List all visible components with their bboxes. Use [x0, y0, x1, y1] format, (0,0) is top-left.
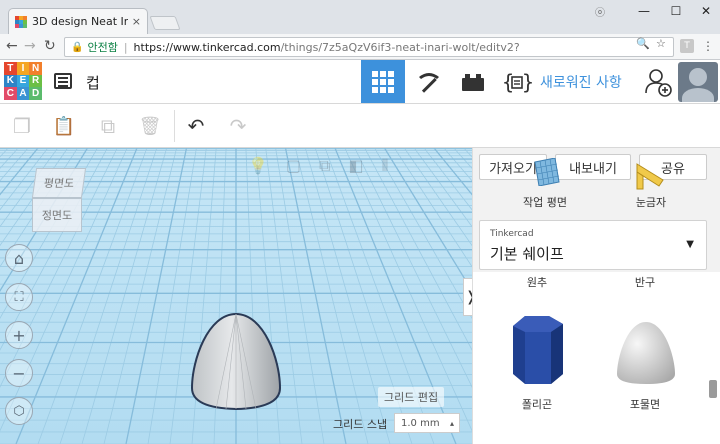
shape-label-hemisphere[interactable]: 반구: [605, 274, 685, 290]
brick-icon: [462, 73, 484, 91]
view-cube-top[interactable]: 평면도: [31, 168, 87, 198]
paraboloid-shape-thumbnail[interactable]: [613, 318, 679, 388]
pickaxe-icon: [419, 72, 439, 93]
document-title[interactable]: 컵: [86, 72, 100, 93]
reload-button[interactable]: ↻: [44, 38, 56, 54]
3d-viewport[interactable]: 💡 ▢ ⧉ ◧ ⫴ 평면도 정면도 ⌂ ⛶ + − ⬡ 그리드 편집 그리드 스냅 1.…: [0, 148, 472, 444]
shape-tools-ghost: 💡 ▢ ⧉ ◧ ⫴: [248, 156, 448, 178]
panel-scrollbar[interactable]: [709, 380, 717, 398]
paraboloid-shape[interactable]: [188, 310, 284, 412]
view-cube-front[interactable]: 정면도: [32, 198, 82, 232]
toolbar-divider: [174, 110, 175, 142]
dropdown-caret-icon: ▼: [686, 239, 694, 250]
group-icon: ▢: [285, 156, 302, 175]
logo-letter: D: [29, 87, 42, 100]
address-bar: ← → ↻ 🔒 안전함 | https://www.tinkercad.com …: [0, 34, 720, 60]
lock-icon: 🔒: [71, 41, 84, 53]
polygon-shape-thumbnail[interactable]: [505, 312, 569, 388]
minecraft-view-button[interactable]: [407, 60, 451, 103]
whats-new-link[interactable]: 새로워진 사항: [540, 72, 622, 92]
extension-icon[interactable]: T: [680, 39, 694, 53]
secure-label: 안전함: [87, 41, 118, 54]
mirror-icon: ◧: [348, 156, 364, 175]
bricks-view-button[interactable]: [451, 60, 495, 103]
library-provider: Tinkercad: [490, 229, 534, 239]
shape-label-cone[interactable]: 원추: [497, 274, 577, 290]
zoom-in-button[interactable]: +: [5, 321, 33, 349]
code-braces-icon: { }: [502, 70, 532, 94]
undo-icon[interactable]: ↶: [184, 114, 208, 138]
url-field[interactable]: 🔒 안전함 | https://www.tinkercad.com /thing…: [64, 37, 674, 57]
zoom-icon[interactable]: 🔍: [636, 37, 650, 50]
logo-letter: N: [29, 62, 42, 75]
logo-letter: R: [29, 74, 42, 88]
workplane-tool-label[interactable]: 작업 평면: [513, 194, 577, 210]
copy-icon[interactable]: ❐: [10, 114, 34, 138]
shape-library-select[interactable]: Tinkercad 기본 쉐이프 ▼: [479, 220, 707, 270]
grid-icon: [372, 70, 394, 93]
export-button[interactable]: 내보내기: [555, 154, 631, 180]
perspective-toggle-button[interactable]: ⬡: [5, 397, 33, 425]
bookmark-star-icon[interactable]: ☆: [656, 37, 666, 50]
tab-close-icon[interactable]: ×: [132, 15, 141, 28]
ruler-tool-label[interactable]: 눈금자: [625, 194, 677, 210]
close-window-button[interactable]: ✕: [686, 0, 720, 22]
library-value: 기본 쉐이프: [490, 245, 564, 263]
tinkercad-favicon-icon: [15, 15, 27, 28]
new-tab-button[interactable]: [149, 16, 181, 30]
chevron-up-icon: ▴: [449, 418, 454, 428]
logo-letter: E: [16, 74, 30, 88]
snap-grid-value: 1.0 mm: [401, 417, 440, 429]
browser-menu-icon[interactable]: ⋮: [702, 39, 714, 53]
3d-view-button[interactable]: [361, 60, 405, 103]
codeblocks-button[interactable]: { }: [495, 60, 539, 103]
hint-icon: 💡: [248, 156, 268, 175]
user-avatar[interactable]: [678, 62, 718, 102]
profile-icon[interactable]: ⓞ: [580, 0, 620, 22]
edit-grid-button[interactable]: 그리드 편집: [378, 387, 445, 407]
add-user-button[interactable]: [636, 60, 680, 103]
ruler-icon[interactable]: [635, 162, 665, 190]
shape-label-paraboloid[interactable]: 포물면: [605, 396, 685, 412]
add-user-icon: [645, 68, 672, 97]
zoom-out-button[interactable]: −: [5, 359, 33, 387]
logo-letter: C: [4, 87, 17, 100]
browser-tab-bar: 3D design Neat Inari-Wo × ⓞ — ☐ ✕: [0, 0, 720, 34]
ungroup-icon: ⫴: [381, 156, 389, 175]
workplane-icon[interactable]: [531, 158, 561, 186]
right-panel: 가져오기 내보내기 공유 작업 평면 눈금자 Tinkercad 기본 쉐이프 …: [472, 148, 720, 444]
edit-toolbar: ❐ 📋 ⧉ 🗑 ↶ ↷: [0, 104, 720, 148]
snap-grid-select[interactable]: 1.0 mm ▴: [394, 413, 460, 433]
back-button[interactable]: ←: [6, 38, 18, 54]
fit-view-button[interactable]: ⛶: [5, 283, 33, 311]
logo-letter: I: [16, 62, 30, 75]
home-view-button[interactable]: ⌂: [5, 244, 33, 272]
snap-grid-label: 그리드 스냅: [333, 418, 388, 431]
forward-button[interactable]: →: [24, 38, 36, 54]
redo-icon[interactable]: ↷: [226, 114, 250, 138]
tab-title: 3D design Neat Inari-Wo: [32, 15, 128, 28]
design-list-icon[interactable]: [54, 73, 72, 89]
tinkercad-logo[interactable]: TINKERCAD: [4, 62, 42, 100]
align-icon: ⧉: [319, 156, 331, 175]
logo-letter: T: [4, 62, 17, 75]
url-separator: |: [123, 40, 128, 54]
browser-tab[interactable]: 3D design Neat Inari-Wo ×: [8, 8, 148, 34]
view-cube[interactable]: 평면도 정면도: [26, 168, 88, 236]
url-host: https://www.tinkercad.com: [133, 40, 281, 54]
svg-text:}: }: [522, 70, 532, 94]
shape-grid: 원추 반구 폴리곤 포물면: [473, 272, 720, 444]
shape-label-polygon[interactable]: 폴리곤: [497, 396, 577, 412]
paste-icon[interactable]: 📋: [52, 114, 76, 138]
logo-letter: K: [4, 74, 17, 88]
trash-icon[interactable]: 🗑: [138, 114, 162, 138]
url-path: /things/7z5aQzV6if3-neat-inari-wolt/edit…: [280, 40, 520, 54]
logo-letter: A: [16, 87, 30, 100]
duplicate-icon[interactable]: ⧉: [96, 114, 120, 138]
app-header: TINKERCAD 컵 { } 새로워진 사항: [0, 60, 720, 104]
